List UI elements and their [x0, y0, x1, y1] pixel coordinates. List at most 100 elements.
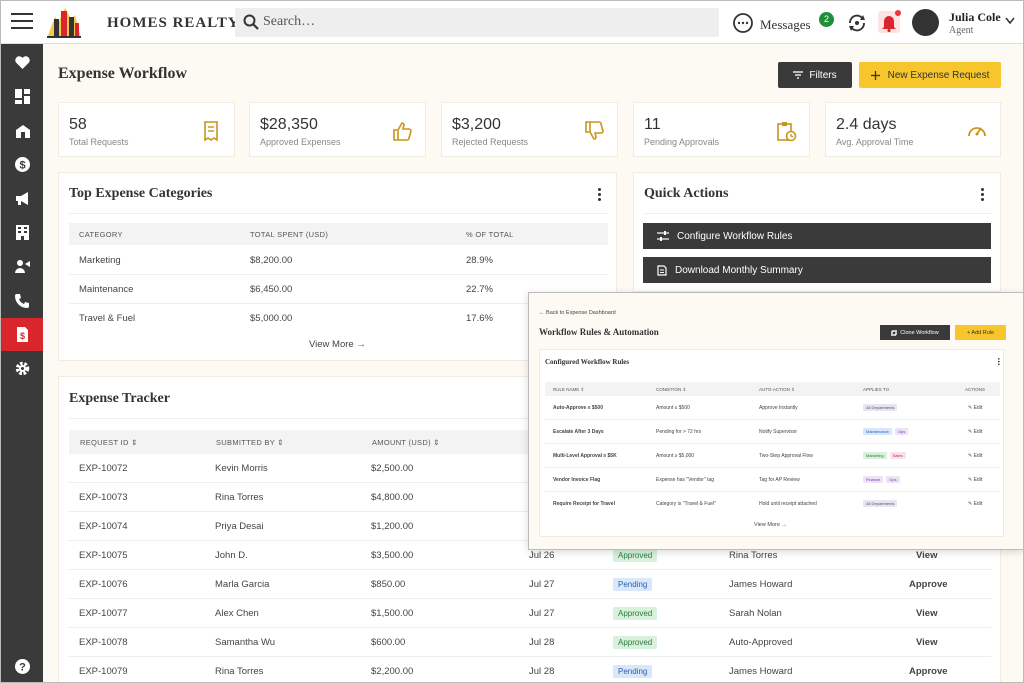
cell-approver: James Howard [729, 579, 793, 590]
sidebar-item-marketing[interactable] [1, 182, 43, 215]
table-row[interactable]: EXP-10077 Alex Chen $1,500.00 Jul 27 Sarah N… [68, 599, 991, 628]
button-label: Configure Workflow Rules [677, 230, 793, 242]
sidebar-item-expenses[interactable]: $ [1, 318, 43, 351]
thumbs-down-icon [585, 121, 604, 140]
kebab-menu-icon[interactable] [981, 188, 985, 202]
col-header-submitted-by[interactable]: SUBMITTED BY ⇕ [216, 438, 284, 447]
filter-icon [793, 71, 804, 79]
rule-auto-action: Tag for AP Review [759, 477, 800, 483]
card-title: Quick Actions [644, 186, 729, 201]
sidebar-item-properties[interactable] [1, 114, 43, 147]
filters-button[interactable]: Filters [778, 62, 852, 88]
edit-rule-button[interactable]: ✎ Edit [968, 429, 982, 435]
clone-workflow-button[interactable]: Clone Workflow [880, 325, 950, 340]
configure-workflow-rules-button[interactable]: Configure Workflow Rules [643, 223, 991, 249]
rule-condition: Amount ≥ $5,000 [656, 453, 695, 459]
department-tag: Finance [863, 476, 884, 483]
department-tag: All Departments [863, 500, 898, 507]
back-to-dashboard-link[interactable]: ← Back to Expense Dashboard [539, 310, 616, 316]
cell-request-id: EXP-10078 [79, 637, 128, 648]
sync-icon[interactable] [846, 12, 868, 34]
search-input[interactable] [263, 13, 703, 31]
stat-card-rejected-requests: $3,200 Rejected Requests [441, 102, 618, 157]
clipboard-clock-icon [777, 122, 797, 142]
sidebar-item-settings[interactable] [1, 352, 43, 385]
cell-request-id: EXP-10072 [79, 463, 128, 474]
sidebar-item-buildings[interactable] [1, 216, 43, 249]
table-row[interactable]: EXP-10078 Samantha Wu $600.00 Jul 28 Auto-Ap… [68, 628, 991, 657]
download-monthly-summary-button[interactable]: Download Monthly Summary [643, 257, 991, 283]
workflow-rules-overlay: ← Back to Expense Dashboard Workflow Rul… [528, 292, 1023, 550]
cell-submitted-by: Priya Desai [215, 521, 264, 532]
view-button[interactable]: View [916, 608, 937, 619]
applies-to-tags: Maintenance Ops [863, 428, 911, 435]
receipt-icon [204, 121, 218, 142]
stat-value: 2.4 days [836, 116, 897, 133]
cell-date: Jul 27 [529, 579, 555, 590]
col-header[interactable]: CONDITION ⇕ [656, 387, 686, 393]
overlay-title: Workflow Rules & Automation [539, 327, 659, 337]
add-rule-button[interactable]: + Add Rule [955, 325, 1006, 340]
stat-label: Approved Expenses [260, 137, 341, 147]
status-badge: Approved [613, 636, 658, 649]
sidebar-item-agents[interactable] [1, 250, 43, 283]
phone-icon [14, 294, 29, 308]
cell-date: Jul 28 [529, 637, 555, 648]
col-header: ACTIONS [965, 387, 986, 392]
user-avatar[interactable] [912, 9, 939, 36]
dashboard-icon [14, 89, 30, 104]
chevron-down-icon[interactable] [1005, 17, 1015, 25]
cell-request-id: EXP-10079 [79, 666, 128, 677]
sidebar-item-calls[interactable] [1, 284, 43, 317]
card-title: Expense Tracker [69, 391, 170, 406]
edit-rule-button[interactable]: ✎ Edit [968, 501, 982, 507]
cell-percent: 17.6% [466, 313, 493, 324]
hamburger-menu-icon[interactable] [11, 13, 33, 31]
messages-label[interactable]: Messages [760, 17, 811, 33]
categories-table-header: CATEGORY TOTAL SPENT (USD) % OF TOTAL [69, 223, 608, 245]
cell-category: Travel & Fuel [79, 313, 136, 324]
approve-button[interactable]: Approve [909, 666, 948, 677]
view-button[interactable]: View [916, 550, 937, 561]
col-header: TOTAL SPENT (USD) [250, 230, 329, 239]
sidebar-item-finance[interactable]: $ [1, 148, 43, 181]
cell-submitted-by: Rina Torres [215, 666, 264, 677]
sidebar-item-dashboard[interactable] [1, 80, 43, 113]
cell-amount: $1,500.00 [371, 608, 414, 619]
cell-category: Maintenance [79, 284, 134, 295]
new-expense-request-button[interactable]: New Expense Request [859, 62, 1001, 88]
view-more-link[interactable]: View More → [309, 339, 366, 350]
stat-card-avg-approval-time: 2.4 days Avg. Approval Time [825, 102, 1001, 157]
sidebar-item-favorites[interactable] [1, 46, 43, 79]
table-row[interactable]: EXP-10079 Rina Torres $2,200.00 Jul 28 James… [68, 657, 991, 682]
view-more-link[interactable]: View More → [754, 522, 787, 528]
col-header-request-id[interactable]: REQUEST ID ⇕ [80, 438, 138, 447]
sidebar-item-help[interactable]: ? [1, 650, 43, 682]
edit-rule-button[interactable]: ✎ Edit [968, 477, 982, 483]
edit-rule-button[interactable]: ✎ Edit [968, 453, 982, 459]
col-header[interactable]: RULE NAME ⇕ [553, 387, 584, 393]
user-name[interactable]: Julia Cole [949, 10, 1001, 25]
view-button[interactable]: View [916, 637, 937, 648]
rule-row: Auto-Approve ≤ $500 Amount ≤ $500 Approve … [545, 396, 1000, 420]
department-tag: Ops [886, 476, 900, 483]
kebab-menu-icon[interactable] [998, 358, 1000, 366]
add-rule-label: + Add Rule [966, 329, 995, 336]
kebab-menu-icon[interactable] [598, 188, 602, 202]
svg-text:?: ? [19, 662, 26, 674]
messages-icon[interactable] [732, 12, 754, 34]
homes-realty-logo[interactable] [45, 5, 83, 39]
cell-approver: Rina Torres [729, 550, 778, 561]
edit-rule-button[interactable]: ✎ Edit [968, 405, 982, 411]
expense-icon: $ [16, 327, 28, 342]
table-row[interactable]: EXP-10076 Marla Garcia $850.00 Jul 27 James … [68, 570, 991, 599]
search-bar[interactable] [235, 8, 719, 37]
stat-value: 11 [644, 116, 661, 133]
col-header-amount[interactable]: AMOUNT (USD) ⇕ [372, 438, 440, 447]
approve-button[interactable]: Approve [909, 579, 948, 590]
cell-submitted-by: Kevin Morris [215, 463, 268, 474]
cell-total: $8,200.00 [250, 255, 293, 266]
building-icon [15, 225, 29, 240]
col-header[interactable]: AUTO-ACTION ⇕ [759, 387, 795, 393]
cell-amount: $600.00 [371, 637, 406, 648]
